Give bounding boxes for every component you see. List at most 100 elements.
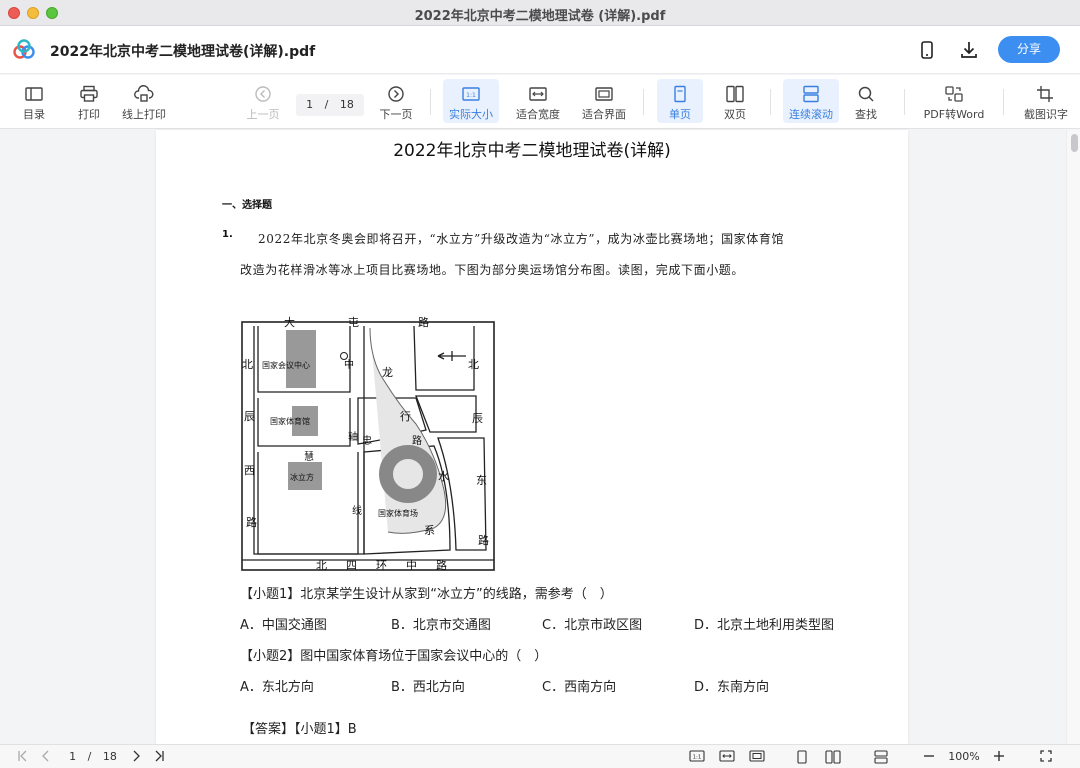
map-label: 慧 xyxy=(304,450,314,463)
status-next-button[interactable] xyxy=(128,747,144,767)
map-label: 国家体育馆 xyxy=(270,416,310,426)
find-label: 查找 xyxy=(855,108,877,121)
share-button[interactable]: 分享 xyxy=(998,36,1060,63)
continuous-scroll-label: 连续滚动 xyxy=(789,108,833,121)
fit-width-icon xyxy=(719,750,735,762)
status-prev-button[interactable] xyxy=(38,747,54,767)
scrollbar-thumb[interactable] xyxy=(1071,134,1078,152)
chevron-right-circle-icon xyxy=(388,86,404,102)
status-continuous-scroll-button[interactable] xyxy=(870,747,892,767)
fit-width-button[interactable]: 适合宽度 xyxy=(510,79,566,123)
single-page-button[interactable]: 单页 xyxy=(657,79,703,123)
map-label: 北 xyxy=(468,358,479,371)
find-button[interactable]: 查找 xyxy=(846,79,886,123)
mobile-icon[interactable] xyxy=(916,39,938,61)
first-page-icon xyxy=(18,750,27,762)
zoom-in-button[interactable] xyxy=(990,747,1008,767)
q2-option-a: A．东北方向 xyxy=(240,680,314,695)
crop-icon xyxy=(1037,86,1053,102)
vertical-scrollbar[interactable] xyxy=(1066,130,1080,744)
status-fit-screen-button[interactable] xyxy=(746,747,768,767)
first-page-button[interactable] xyxy=(14,747,32,767)
question-paragraph-line1: 2022年北京冬奥会即将召开，“水立方”升级改造为“冰立方”，成为冰壶比赛场地；… xyxy=(258,232,785,246)
map-label: 四 xyxy=(346,559,357,572)
fullscreen-button[interactable] xyxy=(1036,747,1056,767)
map-label: 路 xyxy=(418,316,429,329)
continuous-scroll-icon xyxy=(803,85,819,103)
actual-size-button[interactable]: 1:1 实际大小 xyxy=(443,79,499,123)
actual-size-badge: 1:1 xyxy=(466,92,476,99)
map-label: 路 xyxy=(436,559,447,572)
fit-screen-icon xyxy=(595,87,613,101)
double-page-label: 双页 xyxy=(724,108,746,121)
next-page-button[interactable]: 下一页 xyxy=(374,79,418,123)
map-label: 路 xyxy=(478,534,489,547)
toolbar-divider xyxy=(770,89,771,115)
question-number: 1. xyxy=(222,229,233,240)
print-button[interactable]: 打印 xyxy=(70,79,108,123)
toc-button[interactable]: 目录 xyxy=(14,79,54,123)
q1-option-b: B．北京市交通图 xyxy=(391,618,491,633)
printer-icon xyxy=(80,85,98,102)
conference-center-block xyxy=(286,330,316,388)
pdf-to-word-button[interactable]: PDF转Word xyxy=(920,79,988,123)
continuous-scroll-button[interactable]: 连续滚动 xyxy=(783,79,839,123)
zoom-out-button[interactable] xyxy=(920,747,938,767)
total-pages: 18 xyxy=(339,98,354,111)
map-label: 北 xyxy=(242,358,253,371)
fit-screen-icon xyxy=(749,750,765,762)
map-label: 环 xyxy=(376,559,387,572)
map-label: 轴 xyxy=(348,430,358,443)
fit-screen-button[interactable]: 适合界面 xyxy=(576,79,632,123)
prev-page-label: 上一页 xyxy=(246,108,280,121)
sub-question-1: 【小题1】北京某学生设计从家到“冰立方”的线路，需参考（ ） xyxy=(240,587,613,602)
prev-page-button[interactable]: 上一页 xyxy=(242,79,284,123)
download-icon[interactable] xyxy=(958,39,980,61)
app-header: 2022年北京中考二模地理试卷(详解).pdf 分享 xyxy=(0,26,1080,74)
status-current-page: 1 xyxy=(69,750,77,763)
ocr-button[interactable]: 截图识字 xyxy=(1020,79,1072,123)
last-page-button[interactable] xyxy=(150,747,168,767)
q2-option-d: D．东南方向 xyxy=(694,680,770,695)
window-title: 2022年北京中考二模地理试卷 (详解).pdf xyxy=(414,9,666,24)
status-page-indicator[interactable]: 1 / 18 xyxy=(62,747,124,767)
pdf-title: 2022年北京中考二模地理试卷(详解) xyxy=(393,141,671,161)
print-label: 打印 xyxy=(78,108,100,121)
q2-option-b: B．西北方向 xyxy=(391,680,465,695)
olympic-venues-map: 大 屯 路 北 四 环 中 路 北 辰 西 路 北 辰 东 路 龙 行 水 系 xyxy=(241,315,495,572)
app-logo-icon xyxy=(13,39,35,59)
convert-icon xyxy=(945,86,963,102)
status-single-page-button[interactable] xyxy=(792,747,812,767)
map-label: 国家会议中心 xyxy=(262,360,310,370)
status-actual-size-button[interactable]: 1:1 xyxy=(686,747,708,767)
online-print-button[interactable]: 线上打印 xyxy=(118,79,170,123)
chevron-left-icon xyxy=(42,750,49,762)
map-label: 辰 xyxy=(472,412,483,425)
status-actual-size-badge: 1:1 xyxy=(693,755,702,761)
map-label: 屯 xyxy=(348,316,359,329)
pdf-page: 2022年北京中考二模地理试卷(详解) 一、选择题 1. 2022年北京冬奥会即… xyxy=(156,130,908,744)
toolbar-divider xyxy=(904,89,905,115)
status-fit-width-button[interactable] xyxy=(716,747,738,767)
q1-option-c: C．北京市政区图 xyxy=(542,618,643,633)
page-number-input[interactable]: 1 / 18 xyxy=(296,94,364,116)
zoom-level[interactable]: 100% xyxy=(944,747,984,767)
actual-size-icon: 1:1 xyxy=(462,87,480,101)
continuous-scroll-icon xyxy=(874,750,888,764)
app-window: 2022年北京中考二模地理试卷 (详解).pdf 2022年北京中考二模地理试卷… xyxy=(0,0,1080,768)
map-label: 水 xyxy=(438,470,449,483)
toolbar: 目录 打印 线上打印 上一页 1 / 18 下一页 1:1 实际大小 适合宽度 … xyxy=(0,75,1080,129)
double-page-button[interactable]: 双页 xyxy=(712,79,758,123)
fullscreen-icon xyxy=(1040,750,1052,762)
map-label: 大 xyxy=(284,315,295,329)
chevron-left-circle-icon xyxy=(255,86,271,102)
map-label: 北 xyxy=(316,559,327,572)
toc-label: 目录 xyxy=(23,108,45,121)
document-viewport[interactable]: 2022年北京中考二模地理试卷(详解) 一、选择题 1. 2022年北京冬奥会即… xyxy=(0,130,1080,744)
status-double-page-button[interactable] xyxy=(822,747,844,767)
toc-icon xyxy=(25,87,43,101)
document-title: 2022年北京中考二模地理试卷(详解).pdf xyxy=(50,44,316,60)
fit-width-icon xyxy=(529,87,547,101)
map-label: 东 xyxy=(476,474,487,487)
toolbar-divider xyxy=(1003,89,1004,115)
